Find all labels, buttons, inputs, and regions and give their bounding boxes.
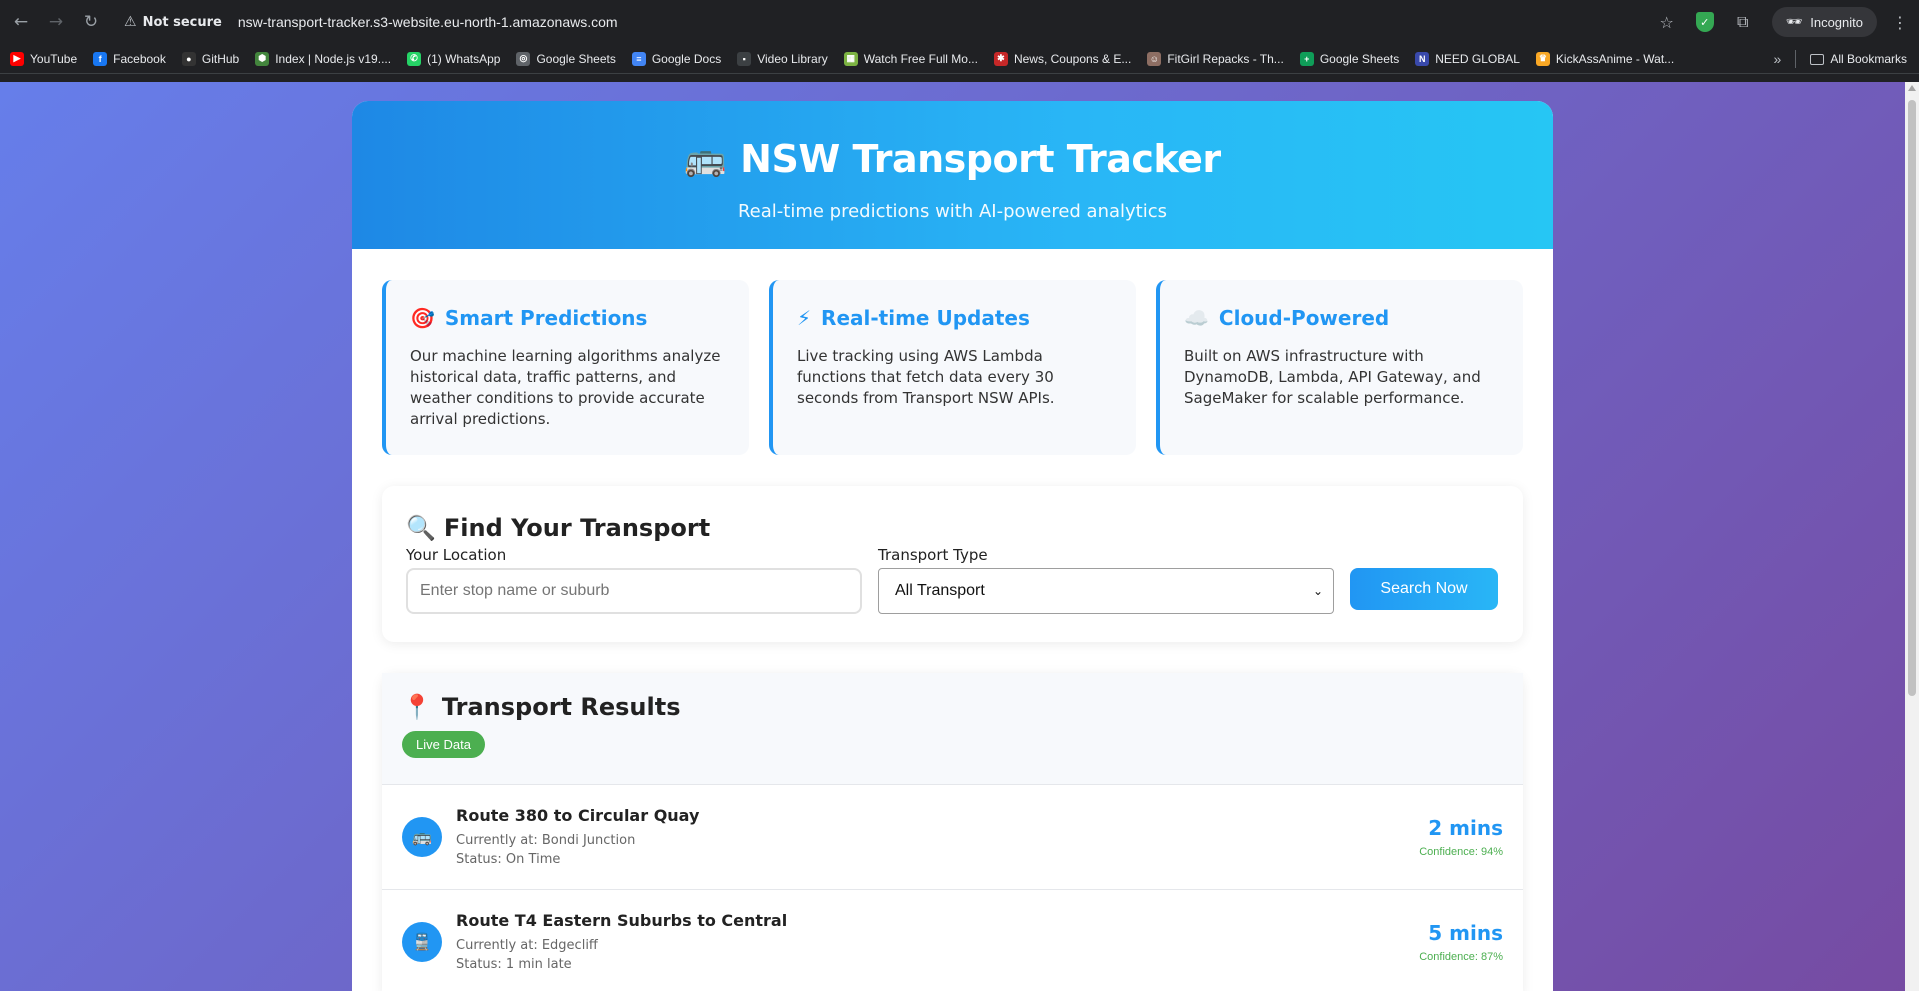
- bookmark-item[interactable]: ☺ FitGirl Repacks - Th...: [1147, 51, 1284, 66]
- hero-header: 🚌 NSW Transport Tracker Real-time predict…: [352, 101, 1553, 249]
- feature-text: Our machine learning algorithms analyze …: [410, 347, 721, 428]
- favicon-icon: f: [93, 51, 108, 66]
- bookmark-item[interactable]: ● GitHub: [181, 51, 239, 66]
- scrollbar-thumb[interactable]: [1908, 100, 1916, 696]
- route-title: Route T4 Eastern Suburbs to Central: [456, 910, 788, 930]
- bookmark-item[interactable]: ✆ (1) WhatsApp: [407, 51, 500, 66]
- favicon-icon: N: [1415, 51, 1430, 66]
- feature-title: Cloud-Powered: [1218, 306, 1390, 330]
- feature-card-cloud-powered: ☁️ Cloud-Powered Built on AWS infrastruct…: [1156, 280, 1523, 455]
- bookmark-item[interactable]: ▶ YouTube: [10, 51, 77, 66]
- eta-time: 2 mins: [1428, 816, 1503, 840]
- favicon-icon: ◎: [516, 51, 531, 66]
- incognito-indicator[interactable]: 🕶 Incognito: [1771, 7, 1877, 37]
- all-bookmarks-folder[interactable]: All Bookmarks: [1810, 52, 1907, 66]
- bookmark-item[interactable]: ≡ Google Docs: [631, 51, 721, 66]
- bus-icon: 🚌: [402, 817, 442, 857]
- location-label: Your Location: [406, 546, 507, 564]
- address-bar[interactable]: ⚠ Not secure nsw-transport-tracker.s3-web…: [124, 6, 618, 38]
- bookmark-item[interactable]: ⬢ Index | Node.js v19....: [255, 51, 391, 66]
- current-location: Currently at: Edgecliff: [456, 937, 598, 953]
- location-input[interactable]: Enter stop name or suburb: [406, 568, 862, 614]
- feature-card-smart-predictions: 🎯 Smart Predictions Our machine learning …: [382, 280, 749, 455]
- bookmark-item[interactable]: ▪ Video Library: [737, 51, 828, 66]
- route-status: Status: On Time: [456, 851, 561, 867]
- transport-type-label: Transport Type: [878, 546, 988, 564]
- page-scrollbar[interactable]: [1905, 82, 1919, 991]
- page-subtitle: Real-time predictions with AI-powered an…: [737, 201, 1168, 222]
- pin-icon: 📍: [402, 693, 432, 721]
- features-row: 🎯 Smart Predictions Our machine learning …: [352, 249, 1553, 455]
- favicon-icon: ✱: [993, 51, 1008, 66]
- current-location: Currently at: Bondi Junction: [456, 832, 636, 848]
- favicon-icon: ♛: [1535, 51, 1550, 66]
- bookmark-item[interactable]: f Facebook: [93, 51, 166, 66]
- feature-text: Built on AWS infrastructure with DynamoD…: [1184, 347, 1481, 407]
- bookmarks-bar: ▶ YouTube f Facebook ● GitHub ⬢ Index | Node.js…: [0, 44, 1919, 74]
- search-button[interactable]: Search Now: [1350, 568, 1498, 610]
- eta-time: 5 mins: [1428, 921, 1503, 945]
- extensions-puzzle-icon[interactable]: ⧉: [1728, 7, 1758, 37]
- app-container: 🚌 NSW Transport Tracker Real-time predict…: [352, 101, 1553, 991]
- back-icon[interactable]: ←: [7, 8, 35, 36]
- incognito-icon: 🕶: [1785, 14, 1803, 29]
- page-viewport: 🚌 NSW Transport Tracker Real-time predict…: [0, 82, 1919, 991]
- result-row[interactable]: 🚆 Route T4 Eastern Suburbs to Central Cu…: [382, 890, 1523, 991]
- feature-text: Live tracking using AWS Lambda functions…: [797, 347, 1055, 407]
- divider: [1795, 50, 1797, 68]
- confidence-text: Confidence: 87%: [1419, 951, 1503, 963]
- bookmark-item[interactable]: ▦ Watch Free Full Mo...: [843, 51, 978, 66]
- search-panel: 🔍 Find Your Transport Your Location Enter…: [382, 486, 1523, 642]
- menu-kebab-icon[interactable]: ⋮: [1885, 7, 1915, 37]
- favicon-icon: ▶: [10, 51, 24, 66]
- favicon-icon: ✆: [407, 51, 422, 66]
- live-data-badge: Live Data: [402, 731, 485, 758]
- bookmark-item[interactable]: ♛ KickAssAnime - Wat...: [1535, 51, 1674, 66]
- feature-title: Smart Predictions: [444, 306, 648, 330]
- search-title: 🔍 Find Your Transport: [406, 514, 711, 542]
- favicon-icon: ▪: [737, 51, 752, 66]
- bookmark-item[interactable]: N NEED GLOBAL: [1415, 51, 1520, 66]
- favicon-icon: ●: [181, 51, 196, 66]
- confidence-text: Confidence: 94%: [1419, 846, 1503, 858]
- train-icon: 🚆: [402, 922, 442, 962]
- bus-icon: 🚌: [684, 139, 727, 179]
- favicon-icon: ≡: [631, 51, 646, 66]
- lightning-icon: ⚡: [797, 306, 812, 330]
- result-row[interactable]: 🚌 Route 380 to Circular Quay Currently a…: [382, 785, 1523, 890]
- favicon-icon: ▦: [843, 51, 858, 66]
- page-title: 🚌 NSW Transport Tracker: [684, 137, 1221, 181]
- scroll-up-icon[interactable]: [1908, 85, 1916, 91]
- favicon-icon: ☺: [1147, 51, 1162, 66]
- more-bookmarks-icon[interactable]: »: [1774, 51, 1782, 67]
- chevron-down-icon: ⌄: [1312, 584, 1323, 598]
- cloud-icon: ☁️: [1184, 306, 1209, 330]
- route-status: Status: 1 min late: [456, 956, 572, 972]
- favicon-icon: ⬢: [255, 51, 270, 66]
- route-title: Route 380 to Circular Quay: [456, 805, 700, 825]
- url-text[interactable]: nsw-transport-tracker.s3-website.eu-nort…: [238, 14, 618, 30]
- warning-icon: ⚠: [124, 14, 137, 30]
- security-indicator[interactable]: ⚠ Not secure: [124, 14, 222, 30]
- feature-card-realtime-updates: ⚡ Real-time Updates Live tracking using A…: [769, 280, 1136, 455]
- extension-shield-icon[interactable]: ✓: [1690, 7, 1720, 37]
- reload-icon[interactable]: ↻: [77, 8, 105, 36]
- bookmark-item[interactable]: ◎ Google Sheets: [516, 51, 616, 66]
- bookmark-star-icon[interactable]: ☆: [1652, 7, 1682, 37]
- magnifier-icon: 🔍: [406, 514, 436, 542]
- bookmark-item[interactable]: + Google Sheets: [1299, 51, 1399, 66]
- results-panel: 📍 Transport Results Live Data 🚌 Route 380…: [382, 673, 1523, 991]
- feature-title: Real-time Updates: [821, 306, 1030, 330]
- transport-type-select[interactable]: All Transport ⌄: [878, 568, 1334, 614]
- results-header: 📍 Transport Results Live Data: [382, 673, 1523, 785]
- favicon-icon: +: [1299, 51, 1314, 66]
- browser-toolbar: ← → ↻ ⚠ Not secure nsw-transport-tracker.…: [0, 0, 1919, 44]
- target-icon: 🎯: [410, 306, 435, 330]
- folder-icon: [1810, 53, 1825, 65]
- forward-icon[interactable]: →: [42, 8, 70, 36]
- results-title: 📍 Transport Results: [402, 693, 681, 721]
- bookmark-item[interactable]: ✱ News, Coupons & E...: [993, 51, 1131, 66]
